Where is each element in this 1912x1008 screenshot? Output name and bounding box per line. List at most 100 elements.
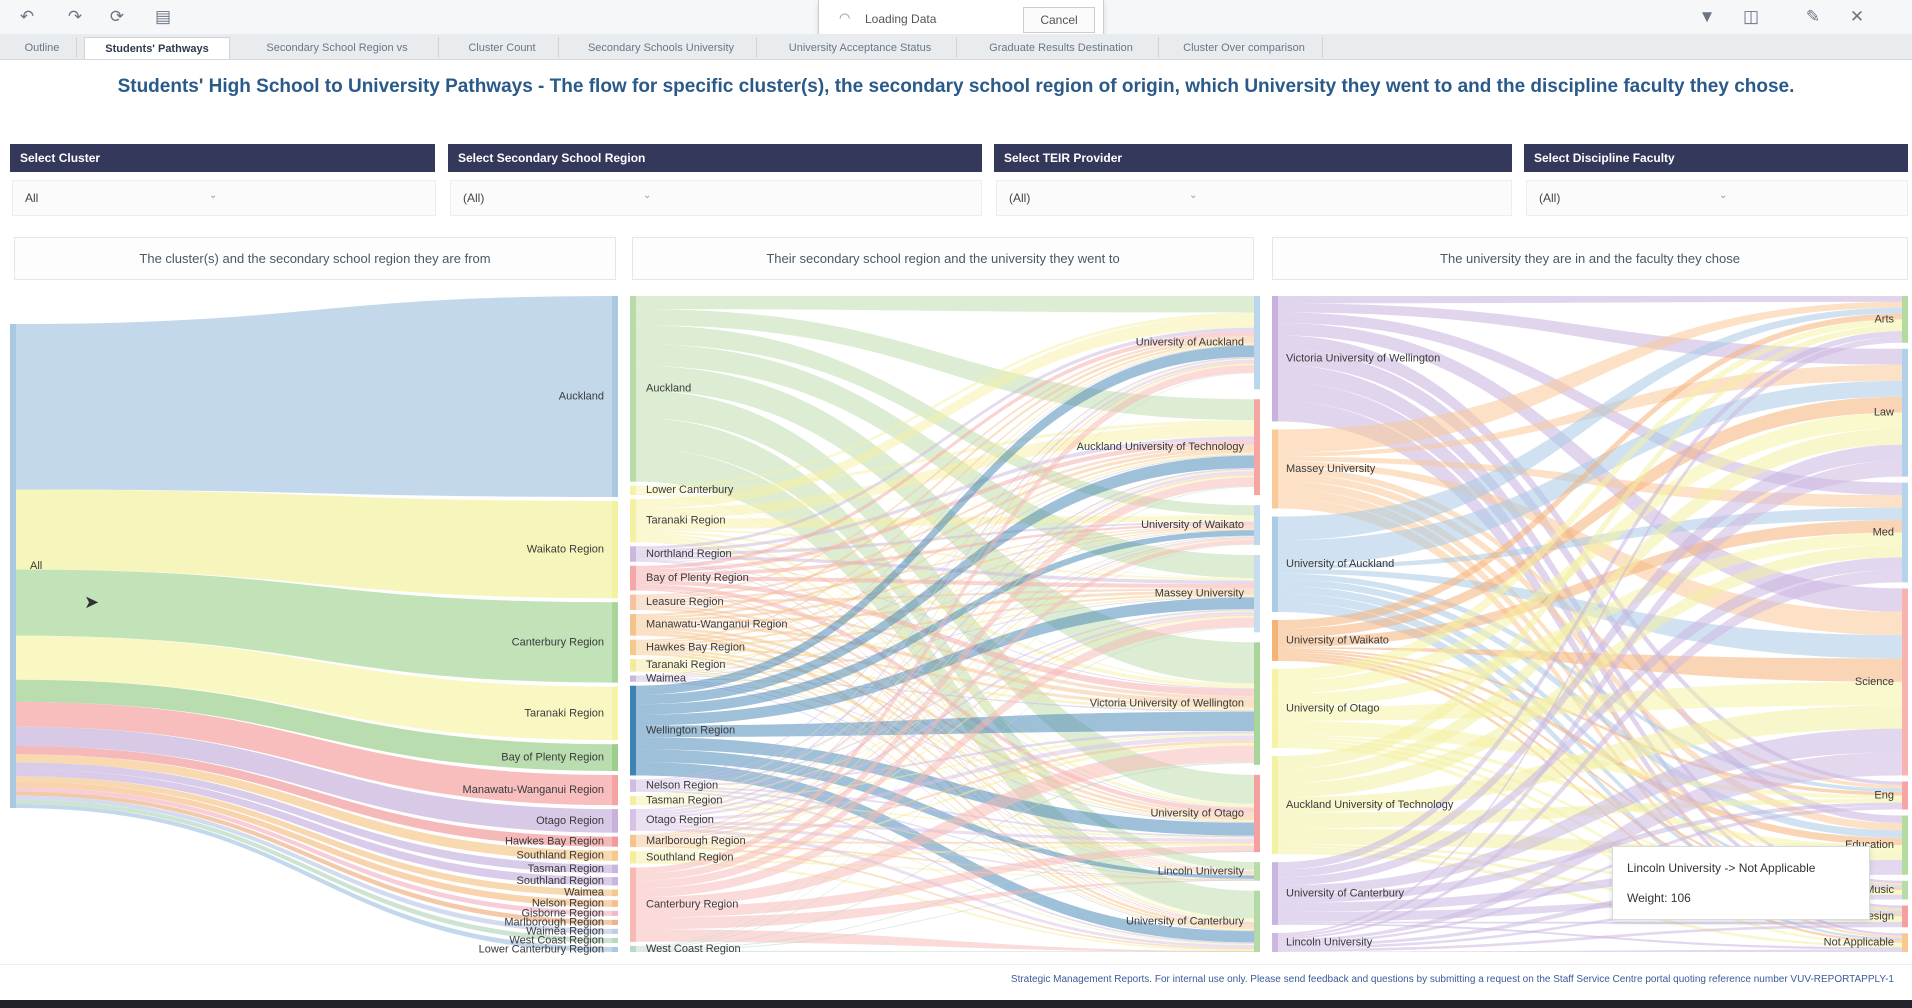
sankey-node[interactable]	[630, 659, 636, 672]
provider-dropdown[interactable]: (All) ⌄	[996, 180, 1512, 216]
tab-outline[interactable]: Outline	[8, 37, 77, 58]
close-icon[interactable]: ✕	[1844, 5, 1870, 29]
sankey-node[interactable]	[1902, 482, 1908, 583]
sankey-node[interactable]	[630, 685, 636, 776]
sankey-node[interactable]	[612, 928, 618, 934]
sankey-node[interactable]	[612, 910, 618, 916]
faculty-dropdown[interactable]: (All) ⌄	[1526, 180, 1908, 216]
sankey-node[interactable]	[1254, 774, 1260, 853]
sankey-node[interactable]	[1272, 932, 1278, 952]
sankey-node[interactable]	[630, 639, 636, 656]
sankey-node[interactable]	[630, 485, 636, 495]
sankey-node[interactable]	[1272, 668, 1278, 748]
sankey-node[interactable]	[630, 809, 636, 831]
sankey-node[interactable]	[1254, 399, 1260, 496]
sankey-node[interactable]	[630, 795, 636, 806]
sankey-node[interactable]	[1902, 905, 1908, 928]
sankey-node[interactable]	[1272, 429, 1278, 509]
sankey-node[interactable]	[612, 889, 618, 897]
sankey-node-label: Northland Region	[646, 548, 732, 560]
sankey-node-label: University of Otago	[1150, 807, 1244, 819]
sankey-node[interactable]	[612, 809, 618, 833]
filter-label-faculty: Select Discipline Faculty	[1524, 144, 1908, 172]
sankey-node[interactable]	[1272, 296, 1278, 422]
sankey-link[interactable]	[1278, 296, 1902, 304]
cluster-dropdown[interactable]: All ⌄	[12, 180, 436, 216]
sankey-node[interactable]	[612, 501, 618, 599]
tab-students-pathways[interactable]: Students' Pathways	[84, 37, 230, 59]
sankey-node[interactable]	[1272, 516, 1278, 612]
sankey-node[interactable]	[10, 324, 16, 808]
sankey-node[interactable]	[612, 864, 618, 874]
sankey-node[interactable]	[1254, 296, 1260, 390]
sankey-node[interactable]	[1272, 756, 1278, 855]
sankey-node[interactable]	[630, 296, 636, 482]
sankey-node[interactable]	[630, 851, 636, 864]
filter-icon[interactable]: ▼	[1694, 5, 1720, 29]
cancel-button[interactable]: Cancel	[1023, 7, 1095, 33]
sankey-node-label: Marlborough Region	[646, 835, 746, 847]
sankey-node[interactable]	[612, 919, 618, 925]
tab-university-acceptance[interactable]: University Acceptance Status	[764, 37, 957, 58]
tab-secondary-school-region[interactable]: Secondary School Region vs	[236, 37, 439, 58]
sankey-node[interactable]	[612, 850, 618, 861]
sankey-node[interactable]	[612, 686, 618, 741]
footer: Strategic Management Reports. For intern…	[0, 964, 1912, 995]
sankey-node-label: University of Auckland	[1286, 558, 1394, 570]
sankey-node[interactable]	[1272, 620, 1278, 661]
sankey-node[interactable]	[612, 775, 618, 806]
tab-cluster-comparison[interactable]: Cluster Over comparison	[1166, 37, 1323, 58]
sankey-node[interactable]	[630, 834, 636, 848]
sankey-node[interactable]	[630, 594, 636, 610]
refresh-icon[interactable]: ⟳	[104, 5, 130, 29]
menu-icon[interactable]: ▤	[150, 5, 176, 29]
region-dropdown[interactable]: (All) ⌄	[450, 180, 982, 216]
sankey-node[interactable]	[612, 937, 618, 943]
sankey-node-label: Hawkes Bay Region	[505, 836, 604, 848]
sankey-node[interactable]	[1902, 588, 1908, 776]
redo-icon[interactable]: ↷	[62, 5, 88, 29]
sankey-node[interactable]	[1902, 815, 1908, 875]
sankey-node[interactable]	[630, 779, 636, 792]
tooltip-weight: Weight: 106	[1627, 891, 1691, 905]
sankey-node[interactable]	[630, 498, 636, 543]
tab-graduate-results[interactable]: Graduate Results Destination	[964, 37, 1159, 58]
sankey-node[interactable]	[1254, 642, 1260, 765]
sankey-node-label: Southland Region	[517, 850, 604, 862]
tooltip: Lincoln University -> Not Applicable Wei…	[1612, 846, 1870, 920]
sankey-node[interactable]	[612, 744, 618, 772]
edit-icon[interactable]: ✎	[1800, 5, 1826, 29]
sankey-node[interactable]	[612, 877, 618, 886]
sankey-node[interactable]	[630, 614, 636, 636]
sankey-node-label: Otago Region	[536, 815, 604, 827]
sankey-node[interactable]	[630, 675, 636, 682]
sankey-node-label: University of Auckland	[1136, 337, 1244, 349]
sankey-node[interactable]	[1272, 862, 1278, 925]
sankey-node[interactable]	[612, 946, 618, 952]
sankey-node[interactable]	[612, 900, 618, 907]
sankey-link[interactable]	[12, 296, 618, 498]
sankey-node[interactable]	[612, 602, 618, 683]
sankey-node[interactable]	[1902, 781, 1908, 810]
sankey-node[interactable]	[630, 945, 636, 952]
sankey-node[interactable]	[1254, 555, 1260, 633]
sankey-node[interactable]	[1902, 933, 1908, 952]
sankey-node[interactable]	[1254, 505, 1260, 546]
panel-title-region-university: Their secondary school region and the un…	[632, 237, 1254, 280]
sankey-node[interactable]	[630, 867, 636, 942]
sankey-node[interactable]	[1902, 880, 1908, 900]
tab-secondary-schools-university[interactable]: Secondary Schools University	[566, 37, 757, 58]
sankey-node[interactable]	[612, 836, 618, 847]
sankey-node[interactable]	[1902, 348, 1908, 477]
sankey-node[interactable]	[630, 565, 636, 591]
tab-cluster-count[interactable]: Cluster Count	[446, 37, 559, 58]
undo-icon[interactable]: ↶	[14, 5, 40, 29]
sankey-link[interactable]	[636, 296, 1254, 313]
sankey-node-label: Auckland University of Technology	[1286, 799, 1454, 811]
sankey-node[interactable]	[1254, 890, 1260, 952]
sankey-node[interactable]	[1254, 862, 1260, 881]
share-icon[interactable]: ◫	[1738, 5, 1764, 29]
sankey-node[interactable]	[612, 296, 618, 498]
sankey-node[interactable]	[630, 546, 636, 562]
sankey-node[interactable]	[1902, 296, 1908, 343]
